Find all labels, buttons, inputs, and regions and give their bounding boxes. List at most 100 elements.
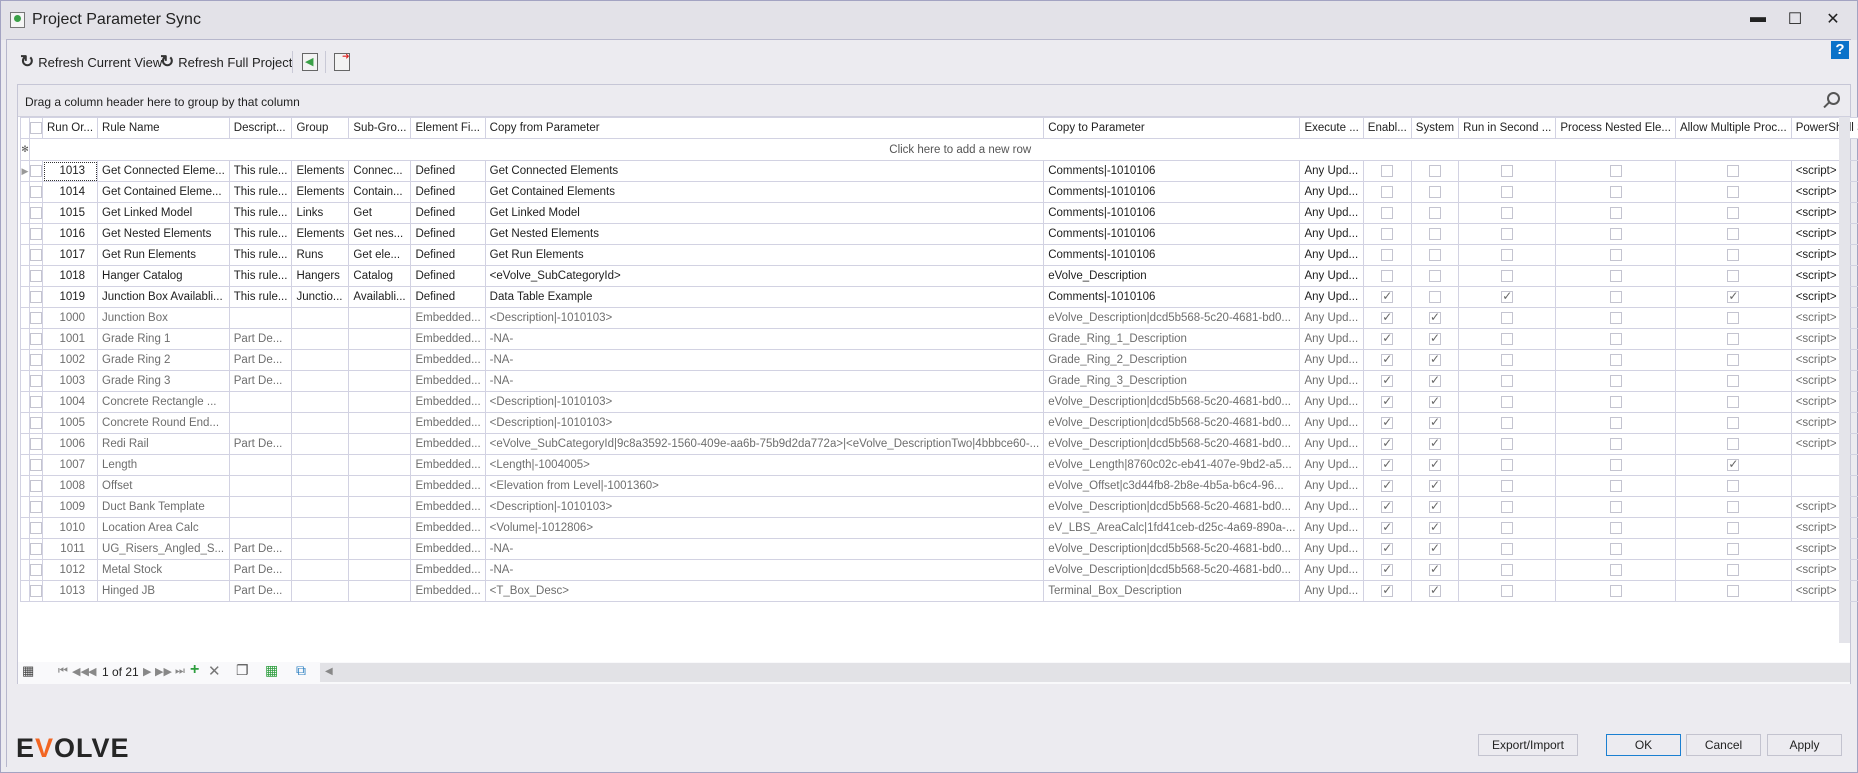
cell-name[interactable]: Offset [97,475,230,497]
cell-desc[interactable] [228,454,293,476]
cell-second-checkbox[interactable] [1458,244,1557,266]
cell-to[interactable]: eVolve_Length|8760c02c-eb41-407e-9bd2-a5… [1043,454,1301,476]
cell-system-checkbox[interactable] [1410,559,1460,581]
cell-group[interactable]: Elements [291,160,350,182]
cell-from[interactable]: <Volume|-1012806> [484,517,1045,539]
cell-system-checkbox[interactable] [1410,475,1460,497]
cell-name[interactable]: Junction Box Availabli... [97,286,230,308]
row-indicator[interactable] [20,181,30,203]
refresh-current-view-button[interactable]: ↻ Refresh Current View [20,50,162,74]
table-row[interactable]: 1019 Junction Box Availabli... This rule..… [20,286,1858,308]
cell-name[interactable]: Duct Bank Template [97,496,230,518]
cell-name[interactable]: Junction Box [97,307,230,329]
cell-sub[interactable] [348,580,412,602]
cell-desc[interactable] [228,412,293,434]
row-select-checkbox[interactable] [29,265,43,287]
next-page-button[interactable]: ▶▶ [155,665,172,678]
vertical-scrollbar[interactable] [1839,117,1850,643]
cell-from[interactable]: Get Connected Elements [484,160,1045,182]
cell-nested-checkbox[interactable] [1555,370,1676,392]
row-indicator[interactable] [20,265,30,287]
cell-second-checkbox[interactable] [1458,181,1557,203]
cell-enabled-checkbox[interactable] [1362,517,1412,539]
cell-run[interactable]: 1018 [41,265,99,287]
cell-sub[interactable] [348,307,412,329]
add-record-icon[interactable]: + [190,661,199,679]
horizontal-scrollbar[interactable]: ◀ [320,663,1850,682]
cell-multiple-checkbox[interactable] [1674,328,1792,350]
cell-desc[interactable]: This rule... [228,202,293,224]
cell-multiple-checkbox[interactable] [1674,265,1792,287]
row-select-checkbox[interactable] [29,244,43,266]
cell-system-checkbox[interactable] [1410,181,1460,203]
row-indicator[interactable] [20,391,30,413]
cell-second-checkbox[interactable] [1458,391,1557,413]
cell-multiple-checkbox[interactable] [1674,370,1792,392]
table-row[interactable]: 1010 Location Area Calc Embedded... <Volume… [20,517,1858,539]
row-select-checkbox[interactable] [29,475,43,497]
cell-sub[interactable]: Catalog [348,265,412,287]
cell-second-checkbox[interactable] [1458,202,1557,224]
cell-exec[interactable]: Any Upd... [1299,160,1364,182]
cell-name[interactable]: Hinged JB [97,580,230,602]
cell-nested-checkbox[interactable] [1555,160,1676,182]
cell-multiple-checkbox[interactable] [1674,580,1792,602]
cell-nested-checkbox[interactable] [1555,328,1676,350]
cell-to[interactable]: Comments|-1010106 [1043,223,1301,245]
cell-sub[interactable]: Get ele... [348,244,412,266]
cell-multiple-checkbox[interactable] [1674,475,1792,497]
table-row[interactable]: 1012 Metal Stock Part De... Embedded... -NA-… [20,559,1858,581]
cell-run[interactable]: 1007 [41,454,99,476]
cell-system-checkbox[interactable] [1410,160,1460,182]
cell-multiple-checkbox[interactable] [1674,538,1792,560]
cell-from[interactable]: <Description|-1010103> [484,307,1045,329]
cell-from[interactable]: Get Run Elements [484,244,1045,266]
cell-system-checkbox[interactable] [1410,538,1460,560]
cell-group[interactable] [291,328,350,350]
cell-enabled-checkbox[interactable] [1362,328,1412,350]
cell-run[interactable]: 1005 [41,412,99,434]
cell-sub[interactable] [348,433,412,455]
cell-enabled-checkbox[interactable] [1362,244,1412,266]
cell-run[interactable]: 1008 [41,475,99,497]
cell-desc[interactable] [228,496,293,518]
cell-second-checkbox[interactable] [1458,286,1557,308]
cell-enabled-checkbox[interactable] [1362,454,1412,476]
cell-system-checkbox[interactable] [1410,349,1460,371]
cell-system-checkbox[interactable] [1410,433,1460,455]
row-select-checkbox[interactable] [29,328,43,350]
cell-elem[interactable]: Defined [410,181,486,203]
cell-run[interactable]: 1010 [41,517,99,539]
cell-second-checkbox[interactable] [1458,307,1557,329]
cell-desc[interactable]: This rule... [228,286,293,308]
cell-elem[interactable]: Embedded... [410,391,486,413]
cell-group[interactable]: Links [291,202,350,224]
cell-from[interactable]: Get Linked Model [484,202,1045,224]
cell-nested-checkbox[interactable] [1555,223,1676,245]
cell-nested-checkbox[interactable] [1555,475,1676,497]
cell-sub[interactable] [348,559,412,581]
cell-multiple-checkbox[interactable] [1674,181,1792,203]
cell-group[interactable]: Elements [291,223,350,245]
cell-exec[interactable]: Any Upd... [1299,307,1364,329]
cell-to[interactable]: Comments|-1010106 [1043,160,1301,182]
cell-exec[interactable]: Any Upd... [1299,265,1364,287]
cell-elem[interactable]: Embedded... [410,559,486,581]
cell-group[interactable] [291,496,350,518]
cell-nested-checkbox[interactable] [1555,517,1676,539]
cell-nested-checkbox[interactable] [1555,538,1676,560]
previous-page-button[interactable]: ◀◀ [72,665,89,678]
cell-run[interactable]: 1001 [41,328,99,350]
cell-second-checkbox[interactable] [1458,454,1557,476]
cell-exec[interactable]: Any Upd... [1299,412,1364,434]
cell-run[interactable]: 1014 [41,181,99,203]
cell-run[interactable]: 1000 [41,307,99,329]
cell-desc[interactable]: Part De... [228,538,293,560]
row-select-checkbox[interactable] [29,223,43,245]
cell-desc[interactable] [228,307,293,329]
cell-run[interactable]: 1013 [41,580,99,602]
cell-name[interactable]: Get Connected Eleme... [97,160,230,182]
cell-to[interactable]: Grade_Ring_1_Description [1043,328,1301,350]
cell-multiple-checkbox[interactable] [1674,307,1792,329]
row-select-checkbox[interactable] [29,391,43,413]
